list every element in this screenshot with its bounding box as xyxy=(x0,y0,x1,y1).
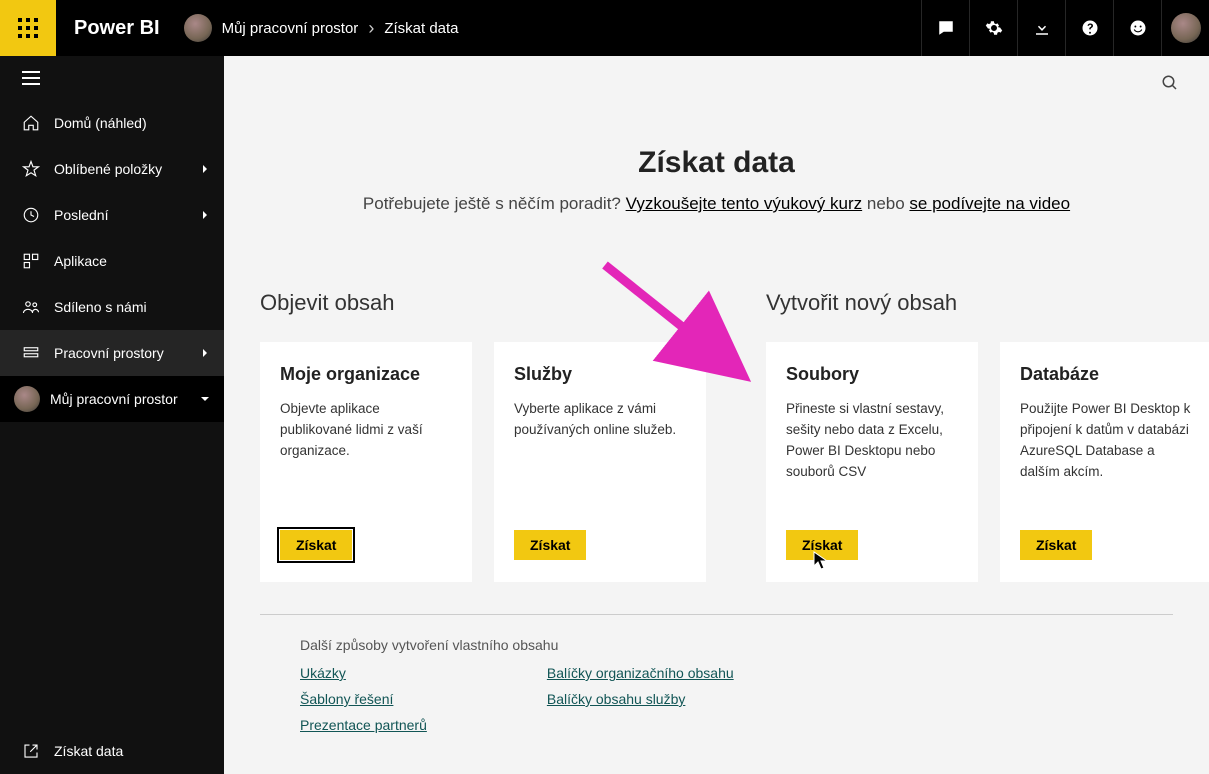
link-partners[interactable]: Prezentace partnerů xyxy=(300,717,427,733)
card-title: Služby xyxy=(514,364,686,385)
chevron-right-icon xyxy=(200,348,210,358)
card-databases: Databáze Použijte Power BI Desktop k při… xyxy=(1000,342,1209,582)
card-desc: Objevte aplikace publikované lidmi z vaš… xyxy=(280,399,452,462)
nav-workspaces[interactable]: Pracovní prostory xyxy=(0,330,224,376)
help-button[interactable] xyxy=(1065,0,1113,56)
home-icon xyxy=(22,114,40,132)
nav-label: Domů (náhled) xyxy=(54,115,147,131)
hamburger-icon xyxy=(22,71,40,85)
link-org-packs[interactable]: Balíčky organizačního obsahu xyxy=(547,665,734,681)
brand-label: Power BI xyxy=(74,17,160,40)
chevron-right-icon xyxy=(200,210,210,220)
avatar-icon xyxy=(1171,13,1201,43)
smile-icon xyxy=(1129,19,1147,37)
page-title: Získat data xyxy=(224,146,1209,180)
video-link[interactable]: se podívejte na video xyxy=(909,194,1070,213)
topbar-actions xyxy=(921,0,1209,56)
sidebar: Domů (náhled) Oblíbené položky Poslední … xyxy=(0,56,224,774)
nav-label: Sdíleno s námi xyxy=(54,299,147,315)
other-ways-title: Další způsoby vytvoření vlastního obsahu xyxy=(300,637,1173,653)
workspaces-icon xyxy=(22,344,40,362)
get-button-files[interactable]: Získat xyxy=(786,530,858,560)
card-desc: Vyberte aplikace z vámi používaných onli… xyxy=(514,399,686,441)
section-discover: Objevit obsah Moje organizace Objevte ap… xyxy=(260,290,706,582)
nav-home[interactable]: Domů (náhled) xyxy=(0,100,224,146)
nav-label: Oblíbené položky xyxy=(54,161,162,177)
nav-apps[interactable]: Aplikace xyxy=(0,238,224,284)
search-icon xyxy=(1161,74,1179,92)
nav-label: Pracovní prostory xyxy=(54,345,164,361)
link-samples[interactable]: Ukázky xyxy=(300,665,346,681)
settings-button[interactable] xyxy=(969,0,1017,56)
card-desc: Přineste si vlastní sestavy, sešity nebo… xyxy=(786,399,958,483)
link-templates[interactable]: Šablony řešení xyxy=(300,691,393,707)
people-icon xyxy=(22,298,40,316)
breadcrumb-page: Získat data xyxy=(384,20,458,37)
nav-my-workspace[interactable]: Můj pracovní prostor xyxy=(0,376,224,422)
download-icon xyxy=(1033,19,1051,37)
top-bar: Power BI Můj pracovní prostor › Získat d… xyxy=(0,0,1209,56)
avatar-icon xyxy=(184,14,212,42)
chevron-down-icon xyxy=(200,394,210,404)
arrow-out-icon xyxy=(22,742,40,760)
notifications-button[interactable] xyxy=(921,0,969,56)
profile-button[interactable] xyxy=(1161,0,1209,56)
app-launcher-button[interactable] xyxy=(0,0,56,56)
card-my-organization: Moje organizace Objevte aplikace publiko… xyxy=(260,342,472,582)
get-button-organization[interactable]: Získat xyxy=(280,530,352,560)
clock-icon xyxy=(22,206,40,224)
chevron-right-icon xyxy=(200,164,210,174)
apps-icon xyxy=(22,252,40,270)
gear-icon xyxy=(985,19,1003,37)
page-subtitle: Potřebujete ještě s něčím poradit? Vyzko… xyxy=(224,194,1209,214)
waffle-icon xyxy=(18,18,38,38)
hamburger-button[interactable] xyxy=(0,56,224,100)
card-title: Moje organizace xyxy=(280,364,452,385)
nav-favorites[interactable]: Oblíbené položky xyxy=(0,146,224,192)
nav-label: Aplikace xyxy=(54,253,107,269)
section-title: Objevit obsah xyxy=(260,290,706,316)
get-button-services[interactable]: Získat xyxy=(514,530,586,560)
card-desc: Použijte Power BI Desktop k připojení k … xyxy=(1020,399,1192,483)
get-button-databases[interactable]: Získat xyxy=(1020,530,1092,560)
star-icon xyxy=(22,160,40,178)
question-icon xyxy=(1081,19,1099,37)
tutorial-link[interactable]: Vyzkoušejte tento výukový kurz xyxy=(626,194,863,213)
card-title: Soubory xyxy=(786,364,958,385)
card-services: Služby Vyberte aplikace z vámi používaný… xyxy=(494,342,706,582)
nav-recent[interactable]: Poslední xyxy=(0,192,224,238)
section-create: Vytvořit nový obsah Soubory Přineste si … xyxy=(766,290,1209,582)
comment-icon xyxy=(937,19,955,37)
feedback-button[interactable] xyxy=(1113,0,1161,56)
avatar-icon xyxy=(14,386,40,412)
nav-shared[interactable]: Sdíleno s námi xyxy=(0,284,224,330)
breadcrumb-workspace[interactable]: Můj pracovní prostor xyxy=(222,20,359,37)
other-ways-section: Další způsoby vytvoření vlastního obsahu… xyxy=(224,615,1209,763)
card-title: Databáze xyxy=(1020,364,1192,385)
nav-label: Poslední xyxy=(54,207,108,223)
nav-get-data[interactable]: Získat data xyxy=(0,728,224,774)
main-content: Získat data Potřebujete ještě s něčím po… xyxy=(224,56,1209,774)
search-button[interactable] xyxy=(1161,74,1179,97)
chevron-right-icon: › xyxy=(368,18,374,39)
nav-label: Můj pracovní prostor xyxy=(50,391,178,407)
section-title: Vytvořit nový obsah xyxy=(766,290,1209,316)
card-files: Soubory Přineste si vlastní sestavy, seš… xyxy=(766,342,978,582)
nav-label: Získat data xyxy=(54,743,123,759)
link-service-packs[interactable]: Balíčky obsahu služby xyxy=(547,691,686,707)
breadcrumb: Můj pracovní prostor › Získat data xyxy=(184,14,459,42)
download-button[interactable] xyxy=(1017,0,1065,56)
